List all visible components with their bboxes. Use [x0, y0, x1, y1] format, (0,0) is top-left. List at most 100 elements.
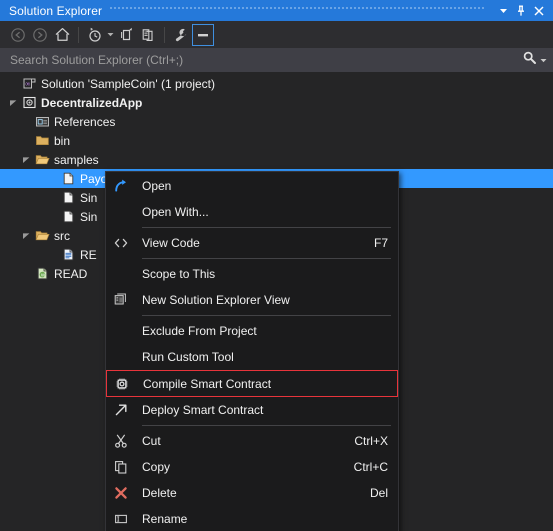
- titlebar-drag-grip[interactable]: [110, 0, 486, 21]
- wrench-icon[interactable]: [170, 24, 192, 46]
- svg-text:∞: ∞: [25, 80, 30, 88]
- text-file-icon: [59, 245, 77, 264]
- expander-expanded-icon[interactable]: [20, 226, 33, 245]
- menu-item-copy[interactable]: Copy Ctrl+C: [106, 454, 398, 480]
- sync-document-icon[interactable]: [115, 24, 137, 46]
- tree-item-references[interactable]: References: [0, 112, 553, 131]
- forward-arrow-icon[interactable]: [29, 24, 51, 46]
- menu-item-shortcut: Ctrl+C: [353, 460, 388, 474]
- tree-item-label: RE: [80, 247, 97, 262]
- tree-item-label: READ: [54, 266, 88, 281]
- menu-separator: [142, 258, 391, 259]
- open-arrow-icon: [106, 173, 136, 199]
- folder-open-icon: [33, 226, 51, 245]
- chevron-down-icon[interactable]: [106, 24, 115, 46]
- menu-icon-slot: [106, 199, 136, 225]
- tree-item-label: bin: [54, 133, 71, 148]
- tree-item-label: src: [54, 228, 70, 243]
- home-icon[interactable]: [51, 24, 73, 46]
- solution-explorer-window: Solution Explorer Search Solution Explor…: [0, 0, 553, 531]
- search-icon[interactable]: [522, 50, 537, 70]
- svg-text:W: W: [40, 273, 45, 278]
- menu-item-label: Compile Smart Contract: [143, 376, 272, 391]
- search-bar[interactable]: Search Solution Explorer (Ctrl+;): [0, 48, 553, 72]
- menu-separator: [142, 227, 391, 228]
- menu-item-label: New Solution Explorer View: [142, 293, 290, 307]
- menu-item-delete[interactable]: Delete Del: [106, 480, 398, 506]
- titlebar-buttons: [494, 1, 553, 20]
- toolbar-separator: [78, 26, 79, 43]
- menu-separator: [142, 315, 391, 316]
- context-menu[interactable]: Open Open With... View Code F7 Scope to …: [105, 171, 399, 531]
- window-titlebar: Solution Explorer: [0, 0, 553, 21]
- tree-item-solution[interactable]: ∞ Solution 'SampleCoin' (1 project): [0, 74, 553, 93]
- menu-item-scope-to-this[interactable]: Scope to This: [106, 261, 398, 287]
- menu-item-label: Rename: [142, 512, 188, 526]
- tree-item-bin[interactable]: bin: [0, 131, 553, 150]
- menu-item-label: Scope to This: [142, 267, 216, 281]
- toolbar-separator-2: [164, 26, 165, 43]
- menu-icon-slot: [106, 344, 136, 370]
- new-window-icon: [106, 287, 136, 313]
- menu-item-exclude-from-project[interactable]: Exclude From Project: [106, 318, 398, 344]
- caret-down-icon[interactable]: [494, 1, 512, 20]
- expander-expanded-icon[interactable]: [7, 93, 20, 112]
- menu-item-shortcut: F7: [373, 236, 388, 250]
- menu-item-label: Copy: [142, 460, 171, 474]
- project-icon: [20, 93, 38, 112]
- menu-item-label: Delete: [142, 486, 177, 500]
- menu-icon-slot: [106, 318, 136, 344]
- menu-item-label: View Code: [142, 236, 200, 250]
- menu-item-new-solution-explorer-view[interactable]: New Solution Explorer View: [106, 287, 398, 313]
- markdown-file-icon: W: [33, 264, 51, 283]
- tree-item-label: Solution 'SampleCoin' (1 project): [41, 76, 215, 91]
- menu-item-label: Open With...: [142, 205, 209, 219]
- menu-item-label: Exclude From Project: [142, 324, 257, 338]
- scissors-icon: [106, 428, 136, 454]
- menu-item-rename[interactable]: Rename: [106, 506, 398, 531]
- menu-item-label: Cut: [142, 434, 161, 448]
- rename-icon: [106, 506, 136, 531]
- tree-item-decentralizedapp[interactable]: DecentralizedApp: [0, 93, 553, 112]
- menu-separator: [142, 425, 391, 426]
- folder-open-icon: [33, 150, 51, 169]
- solution-explorer-toolbar: [0, 21, 553, 48]
- close-icon[interactable]: [530, 1, 548, 20]
- menu-item-label: Run Custom Tool: [142, 350, 234, 364]
- tree-item-label: Sin: [80, 190, 98, 205]
- tree-item-label: References: [54, 114, 116, 129]
- file-icon: [59, 169, 77, 188]
- diagonal-arrow-icon: [106, 397, 136, 423]
- tree-item-samples[interactable]: samples: [0, 150, 553, 169]
- tree-item-label: samples: [54, 152, 99, 167]
- chip-icon: [107, 371, 137, 397]
- menu-item-shortcut: Ctrl+X: [354, 434, 388, 448]
- back-arrow-icon[interactable]: [7, 24, 29, 46]
- menu-item-open-with[interactable]: Open With...: [106, 199, 398, 225]
- clock-icon[interactable]: [84, 24, 106, 46]
- window-title: Solution Explorer: [9, 3, 103, 18]
- file-icon: [59, 188, 77, 207]
- menu-item-run-custom-tool[interactable]: Run Custom Tool: [106, 344, 398, 370]
- menu-item-compile-smart-contract[interactable]: Compile Smart Contract: [106, 370, 398, 397]
- file-icon: [59, 207, 77, 226]
- copy-icon: [106, 454, 136, 480]
- search-options-caret-icon[interactable]: [537, 51, 547, 69]
- references-icon: [33, 112, 51, 131]
- pin-icon[interactable]: [512, 1, 530, 20]
- code-brackets-icon: [106, 230, 136, 256]
- menu-item-view-code[interactable]: View Code F7: [106, 230, 398, 256]
- expander-expanded-icon[interactable]: [20, 150, 33, 169]
- menu-item-deploy-smart-contract[interactable]: Deploy Smart Contract: [106, 397, 398, 423]
- tree-item-label: DecentralizedApp: [41, 95, 143, 110]
- menu-item-open[interactable]: Open: [106, 173, 398, 199]
- menu-item-label: Deploy Smart Contract: [142, 403, 264, 417]
- collapse-all-icon[interactable]: [192, 23, 214, 46]
- menu-item-cut[interactable]: Cut Ctrl+X: [106, 428, 398, 454]
- menu-icon-slot: [106, 261, 136, 287]
- search-input[interactable]: Search Solution Explorer (Ctrl+;): [0, 53, 522, 67]
- menu-item-shortcut: Del: [369, 486, 388, 500]
- folder-closed-icon: [33, 131, 51, 150]
- show-all-files-icon[interactable]: [137, 24, 159, 46]
- delete-x-icon: [106, 480, 136, 506]
